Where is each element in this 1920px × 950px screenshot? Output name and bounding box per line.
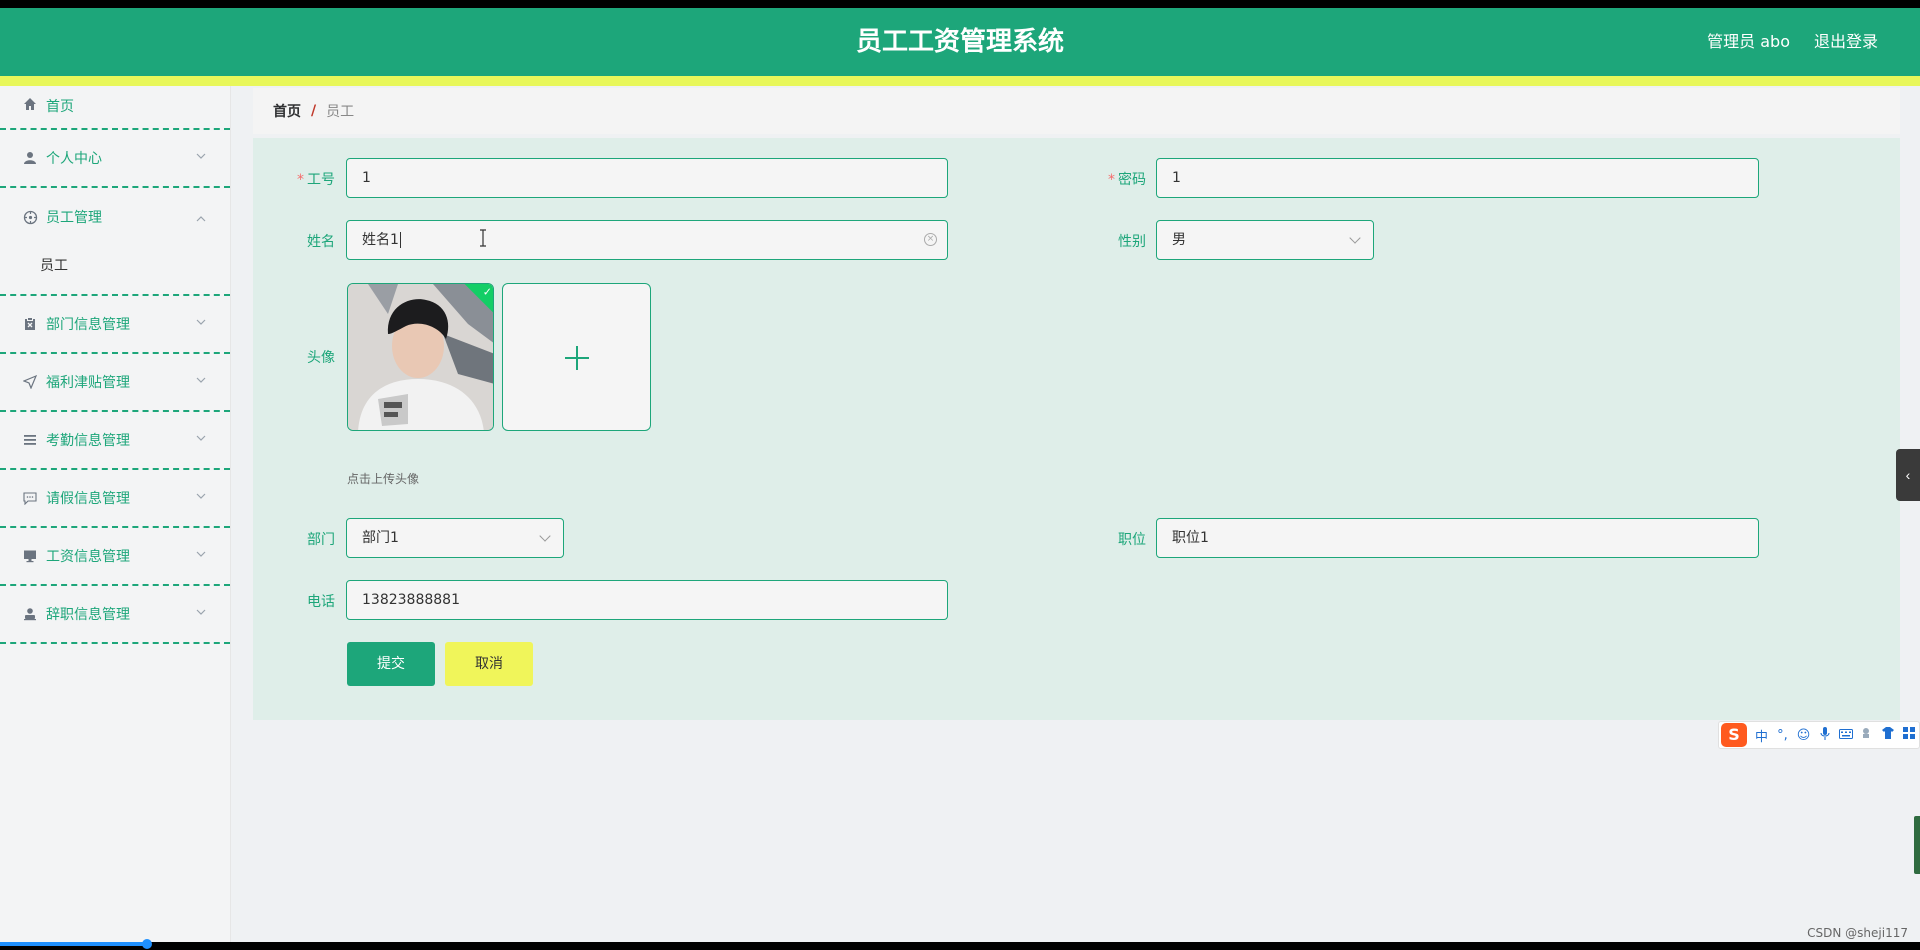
current-user: 管理员 abo: [1707, 32, 1790, 51]
sidebar-item-label: 辞职信息管理: [46, 607, 130, 623]
sogou-logo-icon[interactable]: S: [1721, 723, 1747, 747]
breadcrumb: 首页 / 员工: [253, 88, 1900, 134]
chevron-down-icon: [196, 548, 206, 562]
sidebar-item-label: 部门信息管理: [46, 317, 130, 333]
punctuation-icon[interactable]: °,: [1772, 728, 1793, 743]
required-mark: *: [1108, 172, 1115, 188]
submit-button[interactable]: 提交: [347, 642, 435, 686]
video-progress-handle[interactable]: [142, 939, 152, 949]
ime-mode-toggle[interactable]: 中: [1751, 726, 1772, 745]
chevron-down-icon: [1349, 232, 1361, 244]
keyboard-icon[interactable]: [1835, 728, 1856, 743]
clear-input-icon[interactable]: ×: [924, 233, 937, 246]
chevron-down-icon: [196, 490, 206, 504]
chevron-down-icon: [539, 530, 551, 542]
breadcrumb-current: 员工: [326, 104, 355, 120]
xingbie-label: 性别: [1118, 234, 1146, 250]
tools-icon[interactable]: [1856, 727, 1877, 743]
mima-input[interactable]: 1: [1156, 158, 1759, 198]
touxiang-label: 头像: [307, 350, 335, 366]
header-accent-stripe: [0, 76, 1920, 86]
sidebar-item-label: 福利津贴管理: [46, 375, 130, 391]
emoji-icon[interactable]: ☺: [1793, 728, 1814, 743]
avatar-upload-button[interactable]: [502, 283, 651, 431]
sidebar: 首页 个人中心 员工管理 员工 部门信息管理 福利津贴管理 考勤信息管理 请假信…: [0, 86, 231, 942]
top-header: 员工工资管理系统 管理员 abo 退出登录: [0, 8, 1920, 76]
sidebar-item-salary[interactable]: 工资信息管理: [0, 528, 230, 586]
chevron-left-icon: ‹: [1905, 467, 1911, 483]
xingbie-value: 男: [1172, 232, 1186, 248]
home-icon: [22, 96, 38, 112]
mima-label: * 密码: [1066, 169, 1146, 189]
gonghao-label: * 工号: [255, 169, 335, 189]
avatar-upload-tip: 点击上传头像: [347, 472, 420, 486]
xingming-value: 姓名1: [362, 232, 399, 248]
sidebar-item-employee-management[interactable]: 员工管理: [0, 188, 230, 246]
avatar-photo: [348, 284, 493, 430]
avatar-preview[interactable]: ✓: [347, 283, 494, 431]
sidebar-item-home[interactable]: 首页: [0, 86, 230, 130]
zhiwei-label: 职位: [1118, 532, 1146, 548]
sidebar-item-label: 员工管理: [46, 210, 102, 226]
cancel-button[interactable]: 取消: [445, 642, 533, 686]
grid-icon[interactable]: [1898, 727, 1919, 743]
sidebar-item-resignation[interactable]: 辞职信息管理: [0, 586, 230, 644]
bumen-label: 部门: [307, 532, 335, 548]
sidebar-subitem-employee[interactable]: 员工: [0, 246, 230, 296]
check-icon: ✓: [482, 286, 492, 299]
watermark-text: CSDN @sheji117: [1807, 926, 1908, 940]
caret: [399, 232, 401, 248]
video-progress-bar[interactable]: [0, 942, 148, 946]
chevron-down-icon: [196, 432, 206, 446]
zhiwei-input[interactable]: 职位1: [1156, 518, 1759, 558]
sidebar-item-welfare[interactable]: 福利津贴管理: [0, 354, 230, 412]
app-title: 员工工资管理系统: [855, 27, 1064, 57]
sidebar-item-department[interactable]: 部门信息管理: [0, 296, 230, 354]
sidebar-item-label: 首页: [46, 99, 74, 115]
sidebar-item-personal-center[interactable]: 个人中心: [0, 130, 230, 188]
sidebar-item-label: 工资信息管理: [46, 549, 130, 565]
dianhua-input[interactable]: 13823888881: [346, 580, 948, 620]
bumen-select[interactable]: 部门1: [346, 518, 564, 558]
scroll-handle[interactable]: [1914, 816, 1920, 874]
gonghao-label-text: 工号: [307, 172, 335, 188]
compass-icon: [22, 209, 38, 225]
bumen-value: 部门1: [362, 530, 399, 546]
breadcrumb-home[interactable]: 首页: [273, 101, 301, 121]
list-icon: [22, 432, 38, 448]
sidebar-item-label: 考勤信息管理: [46, 433, 130, 449]
clipboard-icon: [22, 316, 38, 332]
collapse-panel-button[interactable]: ‹: [1896, 449, 1920, 501]
xingbie-select[interactable]: 男: [1156, 220, 1374, 260]
chevron-down-icon: [196, 316, 206, 330]
sidebar-item-attendance[interactable]: 考勤信息管理: [0, 412, 230, 470]
xingming-input[interactable]: 姓名1 ×: [346, 220, 948, 260]
required-mark: *: [297, 172, 304, 188]
user-icon: [22, 150, 38, 166]
chevron-down-icon: [196, 374, 206, 388]
sidebar-item-label: 个人中心: [46, 151, 102, 167]
ibeam-cursor-icon: [478, 229, 486, 247]
chevron-down-icon: [196, 606, 206, 620]
microphone-icon[interactable]: [1814, 726, 1835, 744]
chevron-up-icon: [196, 209, 206, 228]
dianhua-label: 电话: [307, 594, 335, 610]
chevron-down-icon: [196, 150, 206, 164]
breadcrumb-separator: /: [311, 103, 317, 119]
sidebar-item-leave[interactable]: 请假信息管理: [0, 470, 230, 528]
sidebar-group-employee: 员工管理 员工: [0, 188, 230, 296]
chat-icon: [22, 490, 38, 506]
ime-toolbar: S 中 °, ☺: [1718, 721, 1920, 749]
skin-icon[interactable]: [1877, 727, 1898, 743]
xingming-label: 姓名: [307, 234, 335, 250]
person-icon: [22, 606, 38, 622]
monitor-icon: [22, 548, 38, 564]
mima-label-text: 密码: [1118, 172, 1146, 188]
gonghao-input[interactable]: 1: [346, 158, 948, 198]
sidebar-item-label: 请假信息管理: [46, 491, 130, 507]
logout-link[interactable]: 退出登录: [1814, 8, 1878, 76]
send-icon: [22, 374, 38, 390]
